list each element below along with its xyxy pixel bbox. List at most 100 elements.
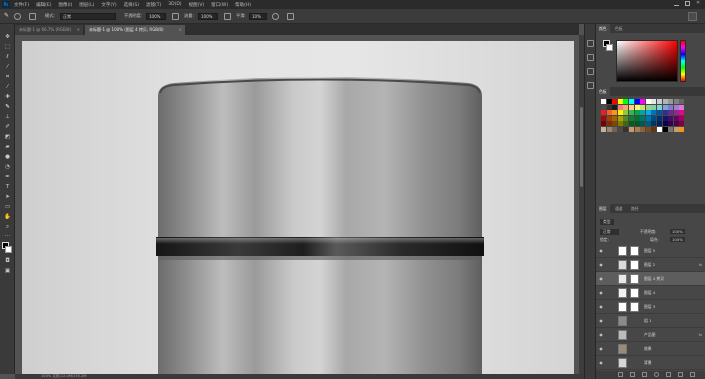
quick-mask-icon[interactable]: ◘ (4, 258, 11, 264)
color-swatch[interactable] (601, 115, 606, 121)
color-swatch[interactable] (606, 110, 612, 116)
add-mask-icon[interactable] (642, 372, 647, 377)
layer-thumbnail[interactable] (618, 358, 627, 368)
color-swatch[interactable] (612, 115, 618, 121)
color-swatch[interactable] (628, 121, 634, 127)
type-tool-icon[interactable]: T (4, 184, 11, 190)
layer-thumbnail[interactable] (618, 316, 627, 326)
magic-wand-tool-icon[interactable]: ⁄ (4, 64, 11, 70)
visibility-eye-icon[interactable]: ◉ (598, 318, 604, 323)
color-swatch[interactable] (656, 104, 662, 110)
layer-name[interactable]: 图层 5 (644, 248, 655, 254)
color-swatch[interactable] (634, 110, 640, 116)
close-icon[interactable]: ✕ (696, 1, 701, 6)
tab-close-icon[interactable]: × (77, 25, 80, 35)
color-swatch[interactable] (656, 121, 662, 127)
color-swatch[interactable] (679, 110, 685, 116)
color-swatch[interactable] (628, 104, 634, 110)
color-swatch[interactable] (640, 99, 646, 104)
visibility-eye-icon[interactable]: ◉ (598, 346, 604, 351)
gradient-tool-icon[interactable]: ▰ (4, 144, 11, 150)
layer-fx-badge[interactable]: fx (699, 332, 702, 338)
tab-paths[interactable]: 路径 (628, 204, 642, 213)
layer-thumbnail[interactable] (618, 302, 627, 312)
menu-help[interactable]: 帮助(H) (235, 2, 251, 8)
layer-name[interactable]: 背景 (644, 360, 652, 366)
layer-mask-thumbnail[interactable] (630, 274, 639, 284)
add-style-icon[interactable] (630, 372, 635, 377)
path-select-tool-icon[interactable]: ➤ (4, 194, 11, 200)
brush-tool-icon[interactable]: ✎ (4, 104, 11, 110)
color-swatch[interactable] (640, 115, 646, 121)
color-swatch[interactable] (656, 99, 662, 104)
color-swatch[interactable] (606, 104, 612, 110)
color-swatch[interactable] (673, 99, 679, 104)
tab-swatches-panel[interactable]: 色板 (596, 87, 610, 96)
color-swatch[interactable] (645, 126, 651, 132)
color-swatch[interactable] (645, 115, 651, 121)
color-swatch[interactable] (673, 121, 679, 127)
layer-name[interactable]: 产品图 (644, 332, 655, 338)
tab-channels[interactable]: 通道 (612, 204, 626, 213)
zoom-tool-icon[interactable]: ⌕ (4, 224, 11, 230)
new-group-icon[interactable] (666, 372, 671, 377)
color-swatch[interactable] (673, 110, 679, 116)
pressure-size-icon[interactable] (287, 13, 294, 20)
tab-close-icon[interactable]: × (179, 25, 182, 35)
pen-tool-icon[interactable]: ✒ (4, 174, 11, 180)
minimize-icon[interactable] (674, 1, 679, 6)
color-swatch[interactable] (634, 104, 640, 110)
document-tab-1[interactable]: 未标题-1 @ 66.7% (RGB/8) × (15, 25, 83, 35)
menu-3d[interactable]: 3D(D) (168, 2, 181, 7)
hand-tool-icon[interactable]: ✋ (4, 214, 11, 220)
smoothing-field[interactable]: 10% (249, 13, 267, 20)
color-swatch[interactable] (617, 126, 623, 132)
color-swatch[interactable] (640, 110, 646, 116)
document-canvas[interactable] (22, 41, 574, 374)
color-swatch[interactable] (623, 126, 629, 132)
brush-tool-icon[interactable]: ✎ (4, 12, 9, 20)
layer-thumbnail[interactable] (618, 330, 627, 340)
layer-thumbnail[interactable] (618, 288, 627, 298)
color-swatch[interactable] (645, 104, 651, 110)
layer-name[interactable]: 效果 (644, 346, 652, 352)
color-swatch[interactable] (679, 121, 685, 127)
color-swatch[interactable] (662, 121, 668, 127)
color-swatch[interactable] (617, 115, 623, 121)
color-swatch[interactable] (640, 104, 646, 110)
crop-tool-icon[interactable]: ⌗ (4, 74, 11, 80)
color-swatch[interactable] (668, 110, 674, 116)
color-swatch[interactable] (606, 126, 612, 132)
color-swatch[interactable] (662, 126, 668, 132)
layer-mask-thumbnail[interactable] (630, 246, 639, 256)
flow-field[interactable]: 100% (198, 13, 218, 20)
stamp-tool-icon[interactable]: ⊥ (4, 114, 11, 120)
layer-mask-thumbnail[interactable] (630, 344, 639, 354)
mode-select[interactable]: 正常 (60, 13, 116, 20)
color-swatch[interactable] (679, 104, 685, 110)
tab-layers[interactable]: 图层 (596, 204, 610, 213)
color-swatch[interactable] (628, 110, 634, 116)
background-color[interactable] (5, 246, 12, 253)
brush-panel-toggle[interactable] (29, 13, 36, 20)
color-swatch[interactable] (612, 104, 618, 110)
color-swatch[interactable] (628, 115, 634, 121)
screen-mode-icon[interactable]: ▣ (4, 268, 11, 274)
character-panel-icon[interactable] (587, 82, 594, 89)
maximize-icon[interactable] (685, 1, 690, 6)
color-swatch[interactable] (601, 110, 606, 116)
color-swatch[interactable] (668, 99, 674, 104)
visibility-eye-icon[interactable]: ◉ (598, 332, 604, 337)
color-swatch[interactable] (617, 104, 623, 110)
layer-name[interactable]: 图层 3 (644, 304, 655, 310)
layer-blend-mode[interactable]: 正常 (600, 229, 619, 235)
color-swatch[interactable] (679, 99, 685, 104)
opacity-field[interactable]: 100% (146, 13, 166, 20)
color-swatch[interactable] (651, 115, 657, 121)
link-layers-icon[interactable] (618, 372, 623, 377)
trash-icon[interactable] (690, 372, 695, 377)
layer-thumbnail[interactable] (618, 344, 627, 354)
layer-fill-value[interactable]: 100% (670, 237, 685, 242)
color-swatch[interactable] (612, 110, 618, 116)
layer-opacity-value[interactable]: 100% (670, 229, 685, 234)
